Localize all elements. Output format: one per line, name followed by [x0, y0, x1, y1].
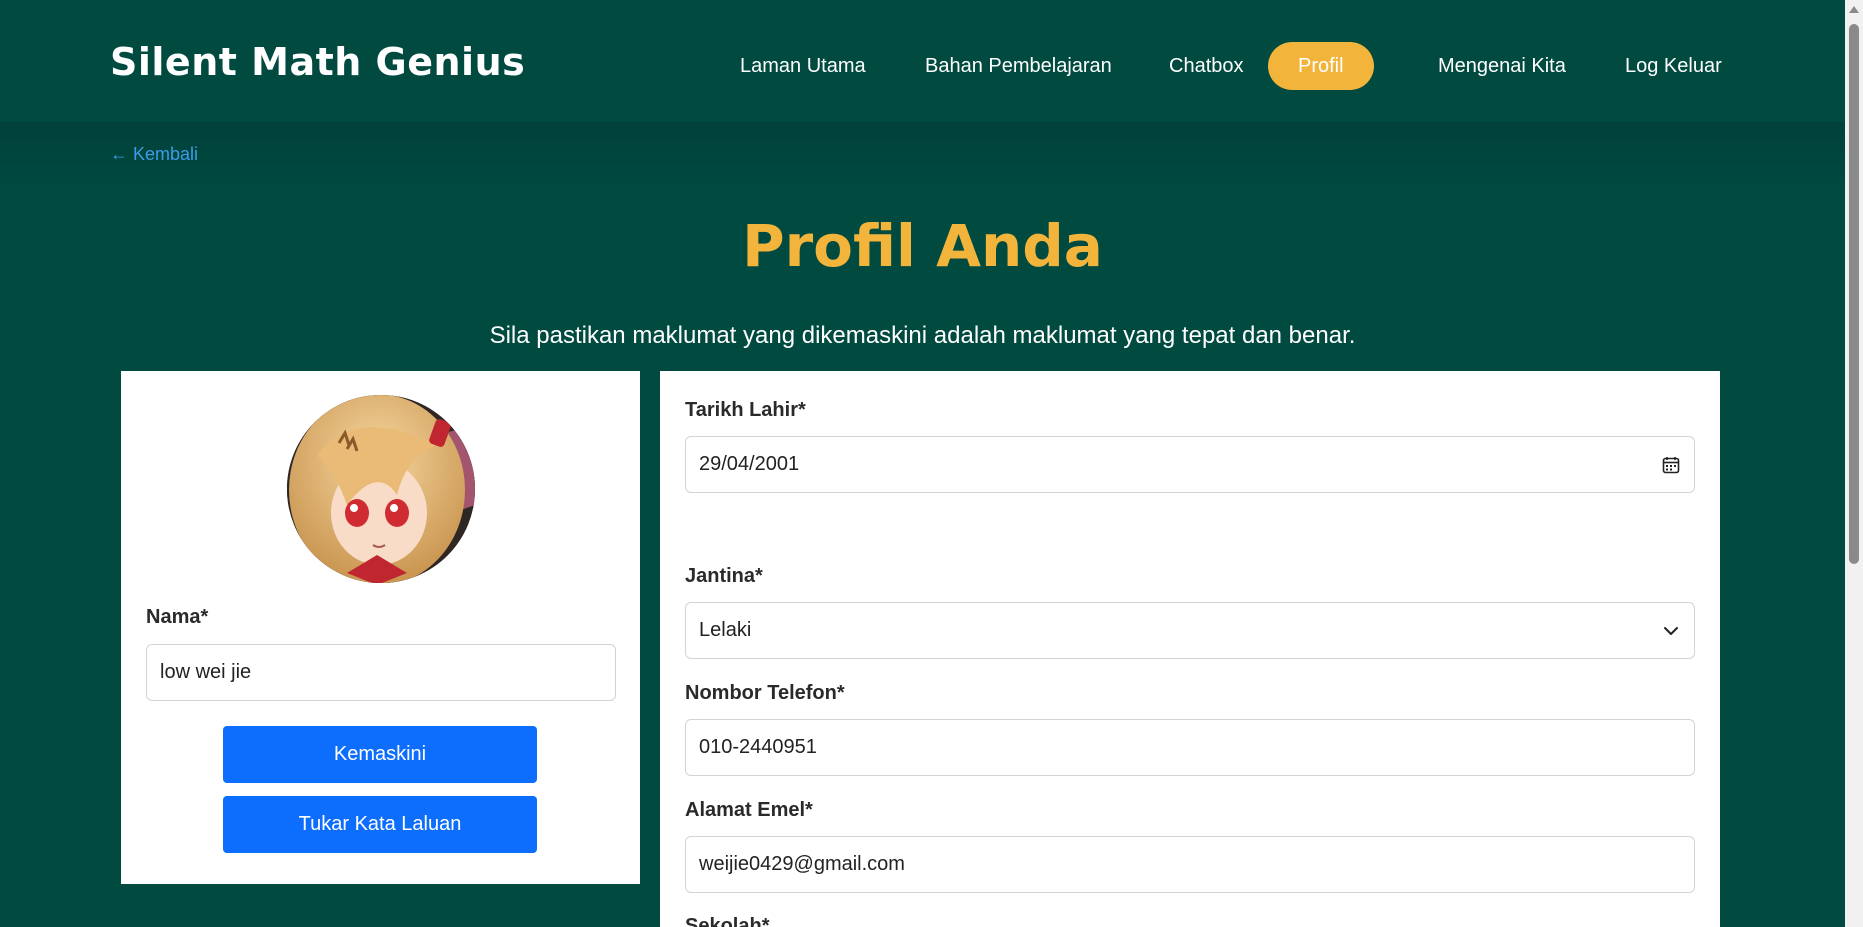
- nav-item-mengenai-kita[interactable]: Mengenai Kita: [1438, 42, 1566, 90]
- calendar-icon[interactable]: [1661, 455, 1681, 475]
- dob-label: Tarikh Lahir*: [685, 399, 806, 421]
- nav-item-log-keluar[interactable]: Log Keluar: [1625, 42, 1722, 90]
- scroll-thumb[interactable]: [1849, 24, 1859, 564]
- gender-label: Jantina*: [685, 565, 763, 587]
- navbar: Silent Math Genius Laman Utama Bahan Pem…: [0, 0, 1845, 122]
- email-label: Alamat Emel*: [685, 799, 813, 821]
- school-label: Sekolah*: [685, 915, 770, 927]
- chevron-down-icon: [1661, 621, 1681, 641]
- profile-form-card: Tarikh Lahir* 29/04/2001 Jantina* Lelaki: [660, 371, 1720, 927]
- nav-item-laman-utama[interactable]: Laman Utama: [740, 42, 866, 90]
- back-link[interactable]: ← Kembali: [110, 144, 198, 165]
- profile-card: Nama* Kemaskini Tukar Kata Laluan: [121, 371, 640, 884]
- update-button[interactable]: Kemaskini: [223, 726, 537, 783]
- name-input[interactable]: [146, 644, 616, 701]
- dob-value: 29/04/2001: [699, 453, 800, 475]
- page-title: Profil Anda: [742, 212, 1103, 280]
- phone-input[interactable]: [685, 719, 1695, 776]
- page-scrollbar[interactable]: [1845, 0, 1863, 927]
- nav-links: Laman Utama Bahan Pembelajaran Chatbox P…: [0, 42, 1845, 90]
- avatar: [287, 395, 475, 583]
- nav-item-chatbox[interactable]: Chatbox: [1169, 42, 1244, 90]
- sub-bar: ← Kembali: [0, 122, 1845, 188]
- nav-item-profil[interactable]: Profil: [1268, 42, 1374, 90]
- email-input[interactable]: [685, 836, 1695, 893]
- scroll-up-icon[interactable]: [1849, 6, 1859, 13]
- dob-input[interactable]: 29/04/2001: [685, 436, 1695, 493]
- gender-value: Lelaki: [699, 619, 752, 641]
- page-subtitle: Sila pastikan maklumat yang dikemaskini …: [489, 322, 1356, 349]
- nav-item-bahan-pembelajaran[interactable]: Bahan Pembelajaran: [925, 42, 1112, 90]
- change-password-button[interactable]: Tukar Kata Laluan: [223, 796, 537, 853]
- name-label: Nama*: [146, 606, 209, 628]
- gender-select[interactable]: Lelaki: [685, 602, 1695, 659]
- avatar-illustration: [287, 395, 475, 583]
- phone-label: Nombor Telefon*: [685, 682, 845, 704]
